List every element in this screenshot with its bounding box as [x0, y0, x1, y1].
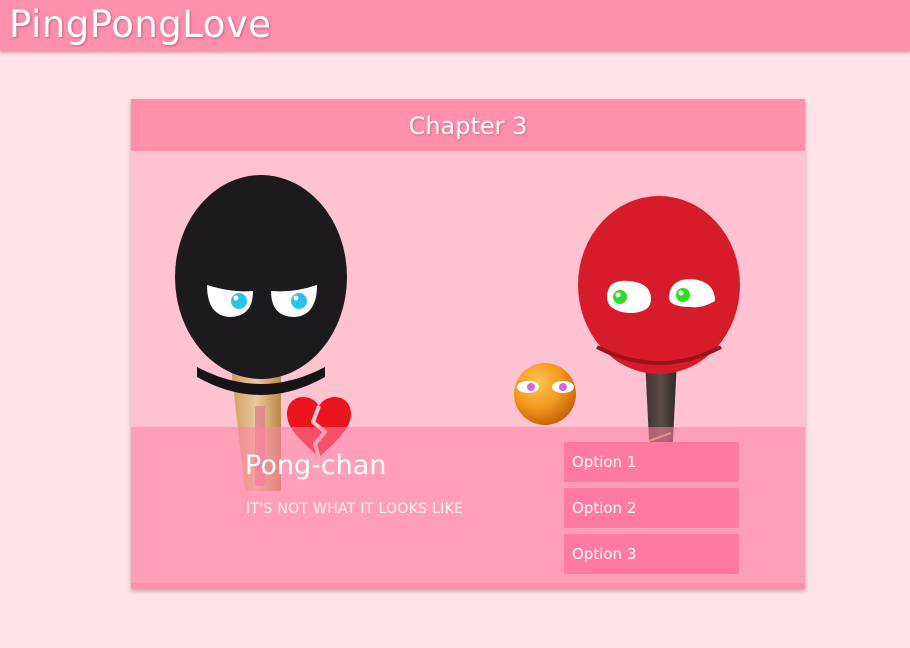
option-1-button[interactable]: Option 1 [564, 442, 739, 482]
option-2-label: Option 2 [572, 499, 637, 517]
dialogue-panel: Pong-chan IT'S NOT WHAT IT LOOKS LIKE Op… [131, 427, 805, 589]
option-3-label: Option 3 [572, 545, 637, 563]
chapter-title: Chapter 3 [408, 112, 528, 140]
chapter-header: Chapter 3 [131, 99, 805, 151]
window-bottom-edge [131, 583, 805, 589]
option-3-button[interactable]: Option 3 [564, 534, 739, 574]
speaker-name: Pong-chan [245, 450, 387, 481]
game-window: Chapter 3 Pong-chan IT'S NOT WHAT IT LOO… [131, 99, 805, 589]
option-1-label: Option 1 [572, 453, 637, 471]
top-bar: PingPongLove [0, 0, 910, 51]
dialogue-text: IT'S NOT WHAT IT LOOKS LIKE [246, 501, 464, 517]
option-2-button[interactable]: Option 2 [564, 488, 739, 528]
app-title: PingPongLove [9, 3, 272, 46]
orange-ball-icon [514, 363, 576, 425]
